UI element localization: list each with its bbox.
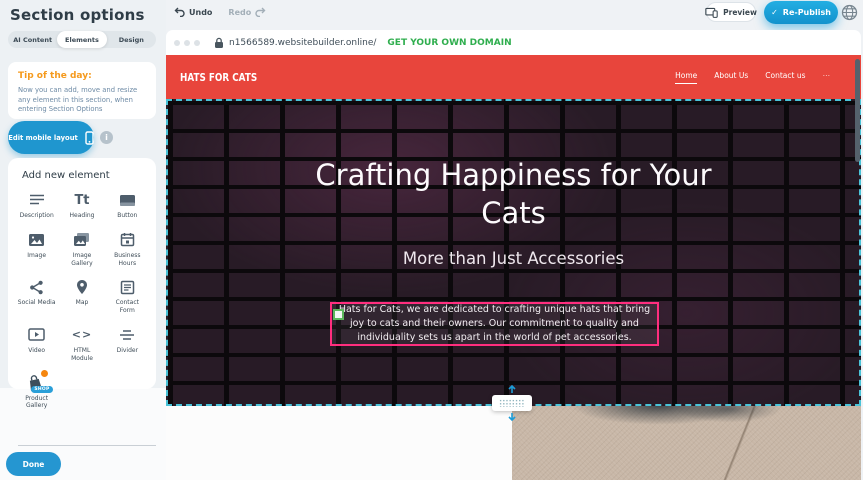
element-map[interactable]: Map [59, 278, 104, 315]
hero-paragraph[interactable]: Hats for Cats, we are dedicated to craft… [338, 303, 651, 344]
nav-item-home[interactable]: Home [675, 71, 697, 84]
done-button[interactable]: Done [6, 452, 61, 476]
divider-icon [118, 326, 136, 344]
browser-chrome: n1566589.websitebuilder.online/ GET YOUR… [166, 30, 861, 55]
element-description[interactable]: Description [14, 191, 59, 220]
nav-item-contact[interactable]: Contact us [765, 71, 805, 83]
lock-icon [214, 37, 224, 49]
product-gallery-icon: SHOP [28, 374, 46, 392]
hero-section-selected[interactable]: Crafting Happiness for Your Cats More th… [166, 99, 861, 406]
redo-button[interactable]: Redo [228, 7, 266, 17]
info-icon[interactable]: i [100, 131, 113, 144]
site-header: HATS FOR CATS Home About Us Contact us ⋯ [166, 55, 861, 99]
hero-subtitle[interactable]: More than Just Accessories [168, 249, 859, 268]
element-button[interactable]: Button [105, 191, 150, 220]
edit-mobile-layout-button[interactable]: Edit mobile layout [8, 121, 94, 154]
browser-window-dots [174, 40, 200, 46]
drag-dots-icon [499, 399, 525, 407]
business-hours-icon [118, 231, 136, 249]
element-divider[interactable]: Divider [105, 326, 150, 363]
button-icon [118, 191, 136, 209]
image-icon [28, 231, 46, 249]
nav-item-about[interactable]: About Us [714, 71, 748, 83]
section-resize-handle[interactable] [492, 395, 532, 411]
edit-mobile-label: Edit mobile layout [8, 134, 78, 142]
hero-paragraph-selection-box[interactable]: Hats for Cats, we are dedicated to craft… [330, 302, 659, 346]
republish-label: Re-Publish [783, 8, 831, 17]
contact-form-icon [118, 278, 136, 296]
map-pin-icon [73, 278, 91, 296]
tip-title: Tip of the day: [18, 71, 146, 81]
element-product-gallery[interactable]: SHOP Product Gallery [14, 374, 59, 411]
undo-button[interactable]: Undo [174, 7, 212, 17]
preview-label: Preview [723, 8, 757, 17]
redo-label: Redo [228, 8, 251, 17]
element-image-gallery[interactable]: Image Gallery [59, 231, 104, 268]
element-contact-form[interactable]: Contact Form [105, 278, 150, 315]
add-element-title: Add new element [14, 170, 150, 181]
image-gallery-icon [73, 231, 91, 249]
shop-badge: SHOP [31, 386, 52, 393]
hero-title[interactable]: Crafting Happiness for Your Cats [299, 157, 729, 232]
element-social-media[interactable]: Social Media [14, 278, 59, 315]
resize-arrow-down-icon [508, 412, 517, 421]
tip-body: Now you can add, move and resize any ele… [18, 86, 146, 115]
element-grid: Description Tt Heading Button Ima [14, 191, 150, 410]
text-lines-icon [28, 191, 46, 209]
check-icon: ✓ [771, 8, 778, 17]
video-icon [28, 326, 46, 344]
sidebar-divider [18, 445, 156, 446]
next-section-image [512, 406, 861, 480]
html-module-icon: <> [73, 326, 91, 344]
mobile-phone-icon [85, 131, 94, 145]
nav-more-icon[interactable]: ⋯ [823, 71, 832, 83]
add-element-panel: Add new element Description Tt Heading [8, 158, 156, 389]
selection-handle[interactable] [333, 309, 344, 320]
panel-title: Section options [10, 6, 145, 24]
builder-sidebar: Section options AI Content Elements Desi… [0, 0, 166, 480]
preview-scrollbar-thumb[interactable] [855, 59, 860, 162]
element-image[interactable]: Image [14, 231, 59, 268]
devices-icon [705, 7, 718, 18]
republish-button[interactable]: ✓ Re-Publish [764, 1, 838, 24]
get-own-domain-link[interactable]: GET YOUR OWN DOMAIN [387, 38, 511, 48]
element-video[interactable]: Video [14, 326, 59, 363]
app-window: Undo Redo Preview ✓ Re-Publish [0, 0, 863, 480]
site-preview-viewport: HATS FOR CATS Home About Us Contact us ⋯… [166, 55, 861, 480]
social-media-icon [28, 278, 46, 296]
element-html-module[interactable]: <> HTML Module [59, 326, 104, 363]
resize-arrow-up-icon [508, 385, 517, 394]
preview-button[interactable]: Preview [706, 2, 756, 22]
language-globe-icon[interactable] [841, 4, 858, 21]
sidebar-tabs: AI Content Elements Design [8, 31, 156, 48]
next-section-blank [166, 406, 512, 480]
element-business-hours[interactable]: Business Hours [105, 231, 150, 268]
element-heading[interactable]: Tt Heading [59, 191, 104, 220]
undo-label: Undo [189, 8, 212, 17]
tab-elements[interactable]: Elements [57, 31, 106, 48]
heading-icon: Tt [73, 191, 91, 209]
tab-design[interactable]: Design [107, 31, 156, 48]
site-nav: Home About Us Contact us ⋯ [675, 71, 831, 84]
address-url: n1566589.websitebuilder.online/ [229, 38, 376, 48]
undo-icon [174, 7, 185, 17]
tab-ai-content[interactable]: AI Content [8, 31, 57, 48]
redo-icon [255, 7, 266, 17]
premium-badge-icon [40, 369, 49, 378]
tip-of-the-day-card: Tip of the day: Now you can add, move an… [8, 62, 156, 119]
site-logo[interactable]: HATS FOR CATS [180, 71, 257, 84]
